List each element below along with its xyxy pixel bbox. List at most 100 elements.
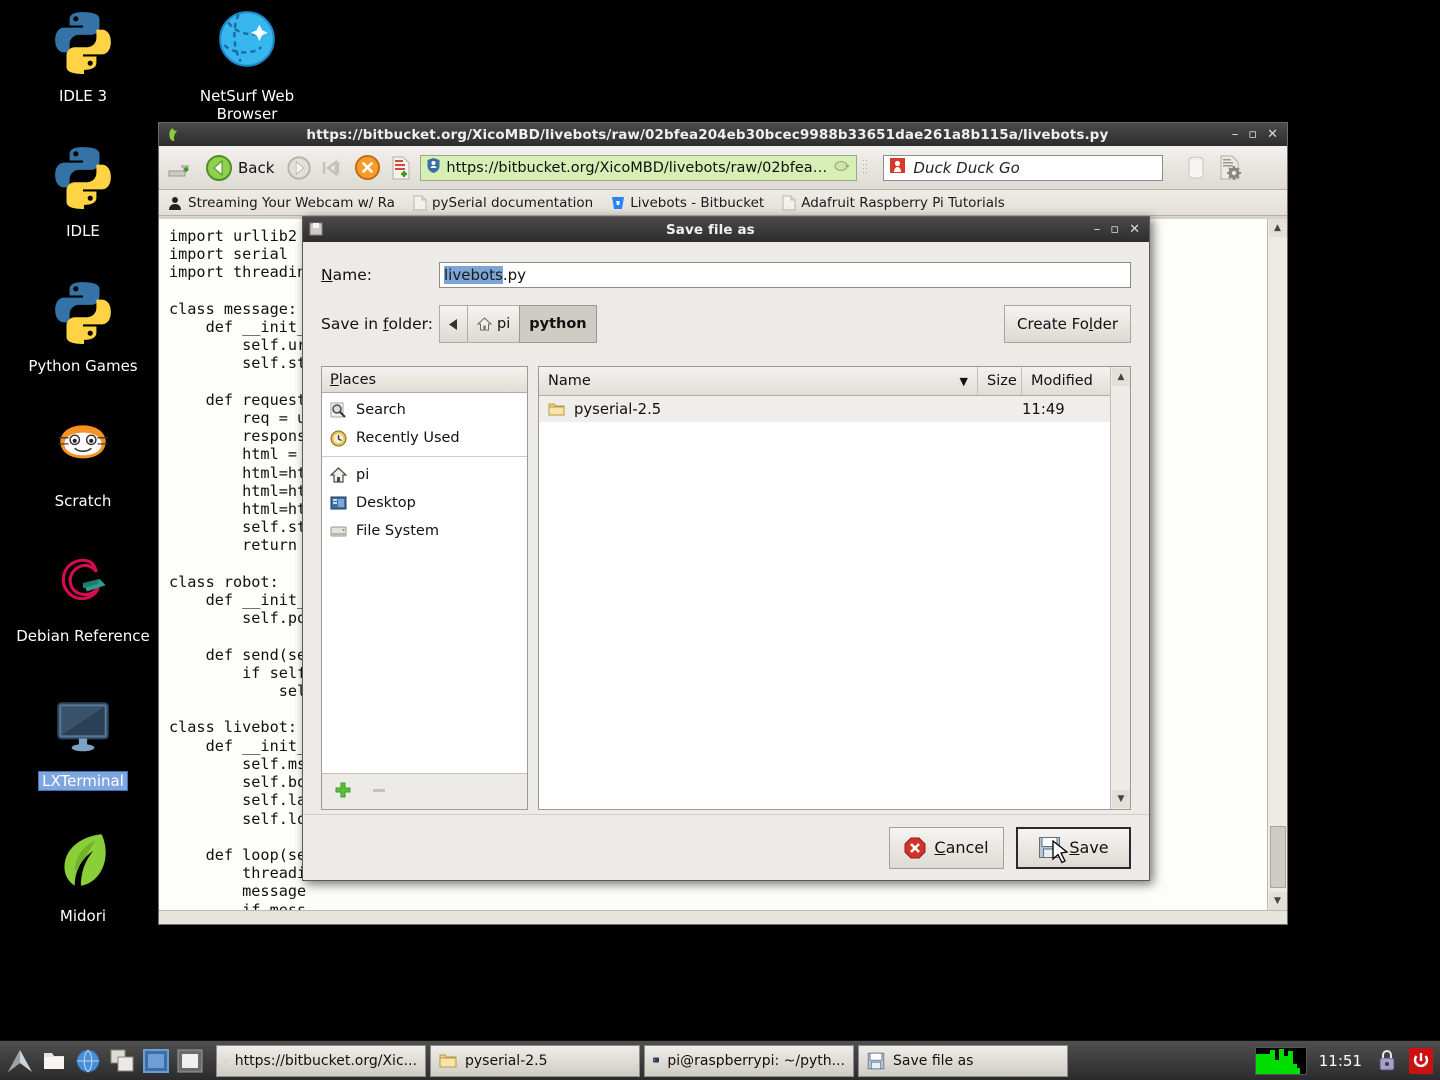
column-header-name[interactable]: Name ▼: [539, 367, 978, 395]
bookmark-item[interactable]: Adafruit Raspberry Pi Tutorials: [782, 195, 1005, 211]
place-item-label: Desktop: [356, 495, 416, 511]
desktop-icon-debian-reference[interactable]: Debian Reference: [8, 548, 158, 646]
midori-leaf-icon: [8, 828, 158, 900]
plus-icon[interactable]: [334, 781, 352, 803]
page-settings-icon[interactable]: [1215, 153, 1245, 183]
terminal-icon: [653, 1057, 660, 1064]
file-manager-icon[interactable]: [38, 1044, 70, 1078]
lxde-menu-icon[interactable]: [4, 1044, 36, 1078]
task-button[interactable]: https://bitbucket.org/Xic...: [216, 1044, 426, 1077]
dialog-maximize-button[interactable]: ▫: [1110, 222, 1119, 237]
task-button[interactable]: pyserial-2.5: [430, 1044, 640, 1077]
taskbar-launchers[interactable]: [0, 1041, 210, 1080]
places-list[interactable]: Search Recently Used pi Desktop File Sys…: [322, 393, 527, 773]
new-tab-icon[interactable]: [165, 153, 195, 183]
column-header-size[interactable]: Size: [978, 367, 1022, 395]
debian-swirl-icon: [8, 548, 158, 620]
search-icon: [330, 402, 346, 418]
url-dropdown-icon[interactable]: [834, 160, 850, 176]
dialog-close-button[interactable]: ✕: [1129, 222, 1140, 237]
place-item-label: Search: [356, 402, 406, 418]
create-folder-button[interactable]: Create Fo l der: [1004, 305, 1131, 343]
desktop-icon-idle[interactable]: IDLE: [8, 143, 158, 241]
folder-icon: [439, 1054, 457, 1067]
table-row[interactable]: pyserial-2.5 11:49: [539, 396, 1110, 422]
browser-minimize-button[interactable]: –: [1232, 127, 1239, 142]
browser-close-button[interactable]: ✕: [1267, 127, 1278, 142]
taskbar[interactable]: https://bitbucket.org/Xic... pyserial-2.…: [0, 1040, 1440, 1080]
scroll-up-arrow-icon[interactable]: ▲: [1112, 368, 1130, 386]
desktop-icon-midori[interactable]: Midori: [8, 828, 158, 926]
bookmark-item[interactable]: Streaming Your Webcam w/ Ra: [167, 194, 395, 211]
path-breadcrumb[interactable]: pi python: [439, 305, 597, 343]
file-list-header[interactable]: Name ▼ Size Modified: [539, 367, 1110, 396]
home-icon[interactable]: [386, 153, 416, 183]
lock-icon[interactable]: [1374, 1047, 1400, 1075]
column-header-size-label: Size: [987, 373, 1017, 389]
scroll-up-arrow-icon[interactable]: ▲: [1268, 219, 1287, 237]
scroll-thumb[interactable]: [1269, 826, 1286, 888]
path-button-pi[interactable]: pi: [467, 305, 521, 343]
place-item-search[interactable]: Search: [322, 396, 527, 424]
save-file-dialog[interactable]: Save file as – ▫ ✕ Name: livebots .py Sav…: [302, 216, 1150, 881]
path-back-button[interactable]: [439, 305, 468, 343]
page-vertical-scrollbar[interactable]: ▲ ▼: [1267, 219, 1287, 910]
desktop-icon-netsurf[interactable]: NetSurf Web Browser: [172, 8, 322, 124]
task-button[interactable]: pi@raspberrypi: ~/pyth...: [644, 1044, 854, 1077]
browser-titlebar[interactable]: https://bitbucket.org/XicoMBD/livebots/r…: [159, 123, 1287, 146]
desktop-icon-scratch[interactable]: Scratch: [8, 413, 158, 511]
scroll-down-arrow-icon[interactable]: ▼: [1112, 790, 1130, 808]
back-button[interactable]: Back: [199, 154, 280, 182]
windows-icon[interactable]: [106, 1044, 138, 1078]
dialog-minimize-button[interactable]: –: [1094, 222, 1101, 237]
places-panel[interactable]: Places Search Recently Used pi Desktop F…: [321, 366, 528, 810]
sort-descending-icon[interactable]: ▼: [960, 375, 968, 388]
forward-icon[interactable]: [284, 153, 314, 183]
browser-toolbar[interactable]: Back https://bitbucket.org/XicoMBD/liveb…: [159, 146, 1287, 190]
place-item-recently-used[interactable]: Recently Used: [322, 424, 527, 452]
place-item-file-system[interactable]: File System: [322, 517, 527, 545]
place-item-desktop[interactable]: Desktop: [322, 489, 527, 517]
search-bar[interactable]: Duck Duck Go: [883, 154, 1164, 181]
bookmark-item[interactable]: pySerial documentation: [413, 195, 593, 211]
desktop-1-icon[interactable]: [140, 1044, 172, 1078]
dialog-footer: Cancel Save: [303, 814, 1149, 880]
name-row: Name: livebots .py: [321, 258, 1131, 292]
path-button-label: python: [529, 316, 587, 332]
path-button-python[interactable]: python: [519, 305, 597, 343]
clock[interactable]: 11:51: [1315, 1052, 1366, 1070]
task-button[interactable]: Save file as: [858, 1044, 1068, 1077]
desktop-icon: [330, 496, 347, 509]
skip-icon[interactable]: [318, 153, 348, 183]
file-browser-panel[interactable]: Name ▼ Size Modified pyserial-2.5 11:49 …: [538, 366, 1131, 810]
browser-globe-icon[interactable]: [72, 1044, 104, 1078]
bookmark-label: Streaming Your Webcam w/ Ra: [188, 194, 395, 211]
desktop-icon-idle3[interactable]: IDLE 3: [8, 8, 158, 106]
stop-icon[interactable]: [352, 153, 382, 183]
cpu-monitor[interactable]: [1254, 1046, 1307, 1075]
column-header-modified[interactable]: Modified: [1022, 367, 1110, 395]
taskbar-task-list[interactable]: https://bitbucket.org/Xic... pyserial-2.…: [210, 1041, 1255, 1080]
url-bar[interactable]: https://bitbucket.org/XicoMBD/livebots/r…: [420, 154, 858, 181]
scroll-down-arrow-icon[interactable]: ▼: [1268, 892, 1287, 910]
save-button[interactable]: Save: [1016, 826, 1131, 869]
desktop-icon-python-games[interactable]: Python Games: [8, 278, 158, 376]
bookmarks-bar[interactable]: Streaming Your Webcam w/ Ra pySerial doc…: [159, 190, 1287, 216]
bookmark-item[interactable]: Livebots - Bitbucket: [611, 195, 764, 211]
place-item-pi[interactable]: pi: [322, 461, 527, 489]
browser-maximize-button[interactable]: ▫: [1248, 127, 1257, 142]
shield-icon: [427, 158, 440, 177]
file-list[interactable]: Name ▼ Size Modified pyserial-2.5 11:49: [539, 367, 1110, 809]
cancel-button[interactable]: Cancel: [889, 826, 1004, 869]
desktop-icon-lxterminal[interactable]: LXTerminal: [8, 693, 158, 791]
system-tray[interactable]: 11:51: [1254, 1041, 1440, 1080]
file-modified-label: 11:49: [1022, 400, 1065, 418]
desktop-2-icon[interactable]: [174, 1044, 206, 1078]
search-input[interactable]: Duck Duck Go: [913, 159, 1019, 177]
places-footer[interactable]: [322, 773, 527, 809]
page-horizontal-scrollbar[interactable]: [159, 910, 1287, 924]
power-icon[interactable]: [1408, 1047, 1434, 1075]
dialog-titlebar[interactable]: Save file as – ▫ ✕: [303, 217, 1149, 242]
filename-input[interactable]: livebots .py: [439, 262, 1131, 288]
file-list-scrollbar[interactable]: ▲ ▼: [1110, 367, 1130, 809]
